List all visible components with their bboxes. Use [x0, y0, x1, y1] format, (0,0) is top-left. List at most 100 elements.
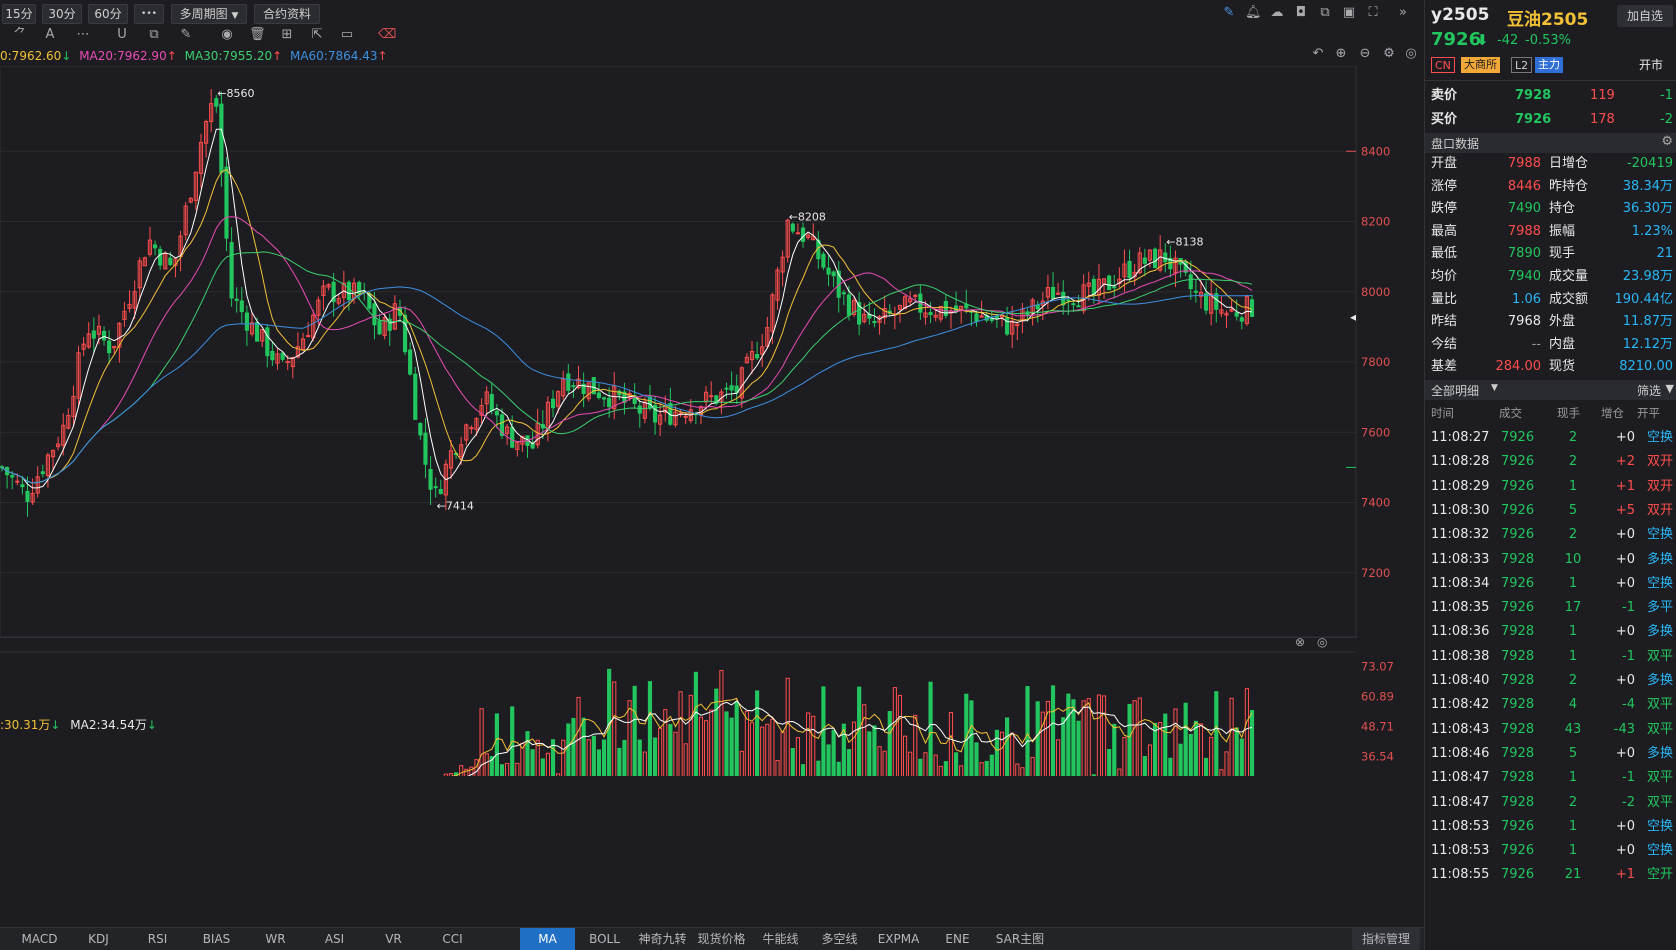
ask-price: 7928 — [1515, 88, 1552, 103]
trade-row: 11:08:47 7928 1 -1 双平 — [1425, 765, 1676, 791]
overlay-tab-8[interactable]: SAR主图 — [988, 928, 1052, 950]
candle-down — [280, 352, 285, 360]
candle-down — [1071, 303, 1076, 306]
volume-bar-down — [831, 729, 836, 776]
period-15m[interactable]: 15分 — [2, 4, 36, 24]
magnet-icon[interactable]: U — [114, 27, 130, 43]
trade-type: 双平 — [1646, 721, 1673, 737]
vol-settings-icon[interactable]: ◎ — [1317, 635, 1327, 649]
volume-bar-up — [678, 691, 683, 776]
grid-icon[interactable]: ⊞ — [279, 27, 295, 43]
detail-header-1: 成交 — [1499, 406, 1522, 420]
vol-close-icon[interactable]: ⊗ — [1295, 635, 1305, 649]
overlay-tab-0[interactable]: MA — [520, 928, 575, 950]
pen-icon[interactable]: ✎ — [178, 27, 194, 43]
indicator-manage-button[interactable]: 指标管理 — [1352, 928, 1420, 950]
zoom-in-icon[interactable]: ⊕ — [1333, 46, 1349, 62]
y-tick-label: 7800 — [1361, 355, 1390, 369]
volume-bar-up — [586, 739, 591, 776]
ma10-value: 0:7962.60 — [0, 49, 62, 63]
chevron-down-icon[interactable]: ▼ — [1491, 383, 1498, 393]
volume-bar-up — [739, 750, 744, 776]
cloud-icon[interactable]: ☁ — [1269, 5, 1285, 21]
indicator-tab-bias[interactable]: BIAS — [189, 928, 244, 950]
filter-button[interactable]: 筛选 — [1637, 382, 1661, 399]
volume-bar-down — [1142, 756, 1147, 776]
fullscreen-icon[interactable]: ⛶ — [1365, 5, 1381, 21]
target-icon[interactable]: ◎ — [1403, 46, 1419, 62]
overlay-tab-7[interactable]: ENE — [929, 928, 986, 950]
trade-qty: 5 — [1568, 745, 1578, 761]
volume-bar-up — [1224, 751, 1229, 776]
stat-value: 38.34万 — [1622, 178, 1673, 194]
candle-down — [418, 423, 423, 436]
trade-row: 11:08:46 7928 5 +0 多换 — [1425, 741, 1676, 767]
indicator-tab-kdj[interactable]: KDJ — [71, 928, 126, 950]
volume-bar-up — [1244, 688, 1249, 776]
volume-bar-up — [1147, 744, 1153, 776]
eraser-icon[interactable]: ⌫ — [378, 27, 396, 43]
contract-info-button[interactable]: 合约资料 — [254, 4, 320, 24]
camera-icon[interactable]: ◘ — [1293, 5, 1309, 21]
multi-period-dropdown[interactable]: 多周期图 ▼ — [171, 4, 247, 24]
indicator-tab-asi[interactable]: ASI — [307, 928, 362, 950]
indicator-tab-rsi[interactable]: RSI — [130, 928, 185, 950]
monitor-icon[interactable]: ▣ — [1341, 5, 1357, 21]
panel-title: 盘口数据 — [1431, 137, 1480, 151]
volume-bar-up — [576, 696, 581, 776]
indicator-tab-macd[interactable]: MACD — [12, 928, 67, 950]
trash-icon[interactable]: 🗑 — [249, 27, 266, 43]
stat-value: 7968 — [1507, 314, 1541, 330]
trade-oi-change: +1 — [1615, 867, 1635, 883]
chart-settings-icon[interactable]: ⚙ — [1381, 46, 1397, 62]
period-30m[interactable]: 30分 — [42, 4, 82, 24]
volume-bar-down — [1112, 723, 1117, 776]
add-watch-button[interactable]: 加自选 — [1617, 5, 1673, 27]
copy-icon[interactable]: ⧉ — [146, 27, 162, 43]
zoom-out-icon[interactable]: ⊖ — [1357, 46, 1373, 62]
vol-ma1-value: :30.31万 — [0, 718, 51, 732]
bell-icon[interactable]: 🔔︎ — [1245, 5, 1262, 21]
window-icon[interactable]: ⧉ — [1317, 5, 1333, 21]
trade-oi-change: +0 — [1615, 624, 1635, 640]
comment-icon[interactable]: ▭ — [339, 27, 355, 43]
volume-bar-down — [943, 761, 948, 776]
period-60m[interactable]: 60分 — [88, 4, 128, 24]
trade-row: 11:08:36 7928 1 +0 多换 — [1425, 619, 1676, 645]
overlay-tab-6[interactable]: EXPMA — [870, 928, 927, 950]
indicator-tab-vr[interactable]: VR — [366, 928, 421, 950]
text-tool-icon[interactable]: A — [42, 27, 58, 43]
ma-legend: 0:7962.60↓ MA20:7962.90↑ MA30:7955.20↑ M… — [0, 49, 388, 65]
overlay-tab-5[interactable]: 多空线 — [811, 928, 868, 950]
volume-bar-up — [642, 751, 647, 776]
tag-main: 主力 — [1535, 57, 1563, 73]
eye-icon[interactable]: ◉ — [219, 27, 235, 43]
volume-bar-up — [1056, 739, 1061, 776]
trade-price: 7928 — [1501, 551, 1535, 567]
volume-bar-up — [1101, 695, 1107, 776]
filter-icon[interactable]: ▼ — [1666, 382, 1674, 395]
more-tools-icon[interactable]: ⋯ — [74, 27, 92, 43]
overlay-tab-4[interactable]: 牛能线 — [752, 928, 809, 950]
overlay-tab-1[interactable]: BOLL — [577, 928, 632, 950]
collapse-right-icon[interactable]: » — [1395, 5, 1411, 21]
detail-header-3: 增仓 — [1601, 406, 1624, 420]
edit-icon[interactable]: ✎ — [1221, 5, 1237, 21]
overlay-tab-3[interactable]: 现货价格 — [693, 928, 750, 950]
panel-settings-icon[interactable]: ⚙ — [1661, 134, 1673, 149]
export-icon[interactable]: ⇱ — [309, 27, 325, 43]
overlay-tab-2[interactable]: 神奇九转 — [634, 928, 691, 950]
indicator-tab-cci[interactable]: CCI — [425, 928, 480, 950]
candle-down — [101, 330, 107, 341]
stat-label: 现货 — [1549, 359, 1576, 375]
indicator-tab-wr[interactable]: WR — [248, 928, 303, 950]
bid-row: 买价 7926 178 -2 — [1425, 108, 1676, 132]
trend-tool-icon[interactable]: ⺈ — [12, 27, 28, 43]
kline-chart[interactable]: 8400 8200 8000 7800 7600 7400 7200 ←8560 ←7414 ←8… — [0, 66, 1424, 776]
more-periods-button[interactable]: ••• — [134, 4, 164, 24]
undo-icon[interactable]: ↶ — [1310, 46, 1326, 62]
trade-row: 11:08:42 7928 4 -4 双平 — [1425, 692, 1676, 718]
candle-down — [596, 392, 602, 399]
trade-price: 7926 — [1501, 575, 1535, 591]
detail-title[interactable]: 全部明细 — [1431, 382, 1479, 399]
